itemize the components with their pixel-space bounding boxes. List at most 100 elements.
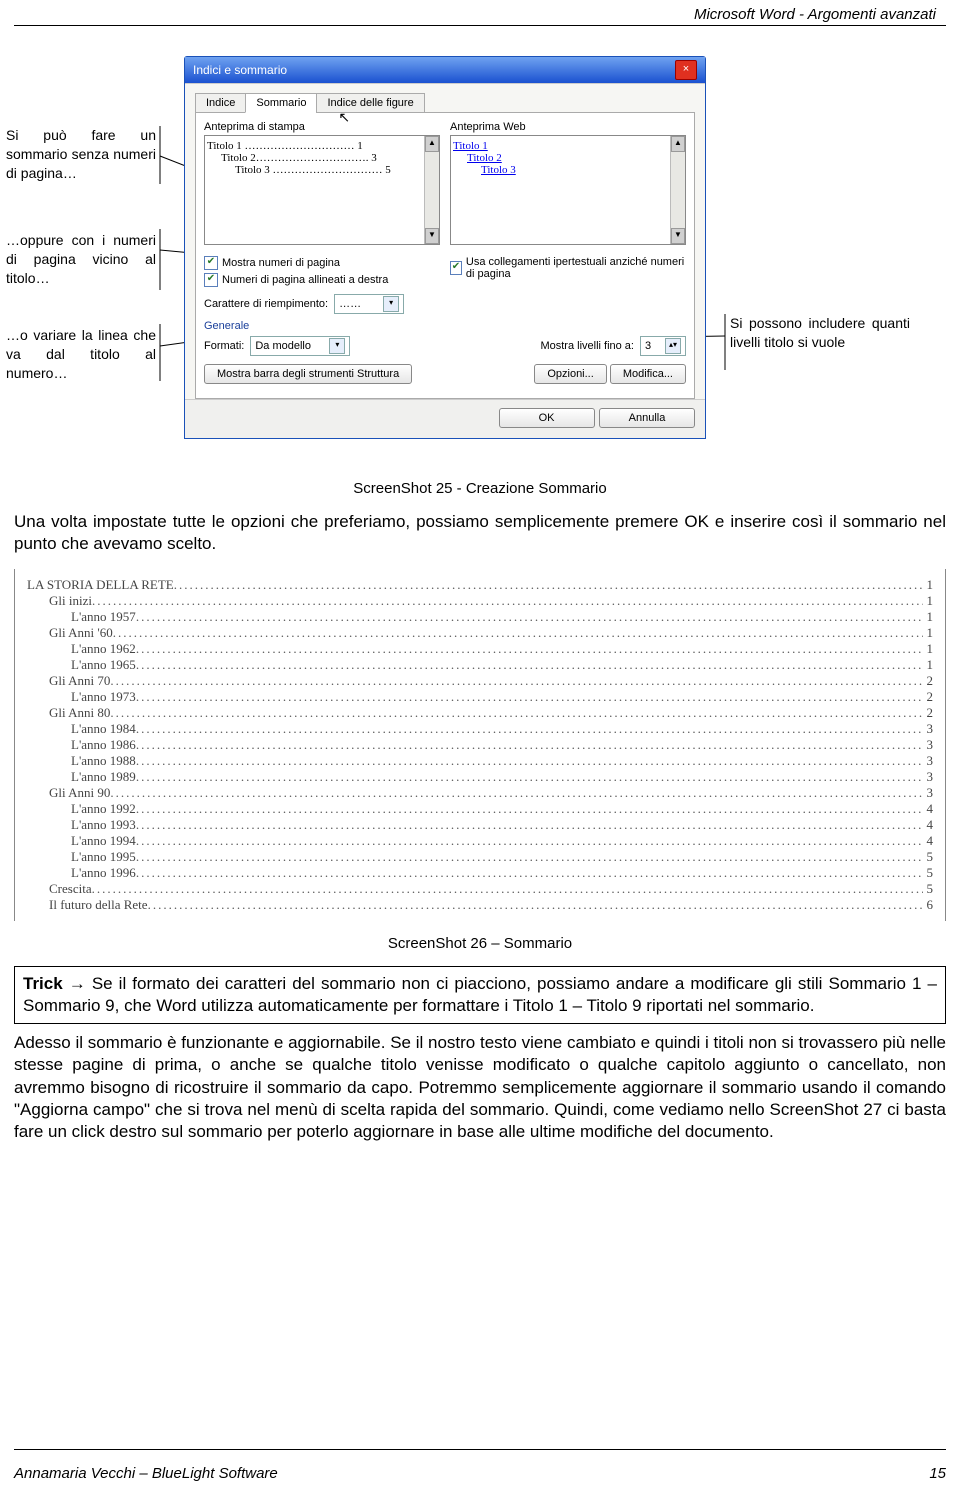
spinner-show-levels[interactable]: 3▴▾ — [640, 336, 686, 356]
toc-entry: Gli Anni 90.............................… — [27, 785, 933, 801]
preview-web: Titolo 1 Titolo 2 Titolo 3 ▲▼ — [450, 135, 686, 245]
toc-leader: ........................................… — [113, 625, 923, 641]
paragraph-1: Una volta impostate tutte le opzioni che… — [0, 511, 960, 555]
toc-entry: L'anno 1993.............................… — [27, 817, 933, 833]
pv-line: Titolo 2…………………………. 3 — [207, 152, 437, 164]
toc-title: L'anno 1996 — [71, 865, 136, 881]
pv-link: Titolo 3 — [453, 164, 683, 176]
checkbox-use-hyperlinks[interactable]: ✔Usa collegamenti ipertestuali anziché n… — [450, 256, 686, 280]
toc-page: 1 — [923, 641, 934, 657]
chevron-down-icon: ▾ — [329, 338, 345, 354]
tab-sommario[interactable]: Sommario ↖ — [245, 93, 317, 113]
dialog-title: Indici e sommario — [193, 63, 287, 77]
callout-2: …oppure con i numeri di pagina vicino al… — [6, 231, 156, 288]
toc-page: 5 — [923, 849, 934, 865]
combo-value: Da modello — [255, 340, 311, 352]
toc-page: 3 — [923, 785, 934, 801]
toc-leader: ........................................… — [136, 865, 923, 881]
pv-link: Titolo 2 — [453, 152, 683, 164]
toc-leader: ........................................… — [136, 689, 923, 705]
toc-title: L'anno 1994 — [71, 833, 136, 849]
toc-title: Crescita — [49, 881, 92, 897]
checkbox-label: Numeri di pagina allineati a destra — [222, 274, 388, 286]
checkbox-align-right[interactable]: ✔Numeri di pagina allineati a destra — [204, 273, 440, 287]
toc-leader: ........................................… — [110, 673, 922, 689]
figure-dialog-area: Si può fare un sommario senza numeri di … — [0, 56, 960, 466]
combo-tab-leader[interactable]: ……▾ — [334, 294, 404, 314]
toc-leader: ........................................… — [136, 609, 923, 625]
button-modify[interactable]: Modifica... — [610, 364, 686, 384]
callout-4: Si possono includere quanti livelli tito… — [730, 314, 910, 352]
toc-title: L'anno 1988 — [71, 753, 136, 769]
label-preview-web: Anteprima Web — [450, 121, 686, 133]
footer-page: 15 — [929, 1465, 946, 1482]
toc-leader: ........................................… — [174, 577, 923, 593]
toc-entry: Gli Anni '60............................… — [27, 625, 933, 641]
toc-page: 5 — [923, 881, 934, 897]
rule-bottom — [14, 1449, 946, 1450]
caption-screenshot-25: ScreenShot 25 - Creazione Sommario — [0, 480, 960, 497]
footer-author: Annamaria Vecchi – BlueLight Software — [14, 1465, 278, 1482]
combo-value: …… — [339, 298, 361, 310]
toc-entry: L'anno 1984.............................… — [27, 721, 933, 737]
trick-box: Trick → Se il formato dei caratteri del … — [14, 966, 946, 1024]
toc-title: L'anno 1993 — [71, 817, 136, 833]
toc-entry: L'anno 1996.............................… — [27, 865, 933, 881]
checkbox-label: Mostra numeri di pagina — [222, 257, 340, 269]
toc-page: 1 — [923, 609, 934, 625]
toc-page: 6 — [923, 897, 934, 913]
toc-leader: ........................................… — [136, 817, 923, 833]
toc-page: 2 — [923, 673, 934, 689]
toc-leader: ........................................… — [136, 833, 923, 849]
trick-body: Se il formato dei caratteri del sommario… — [23, 974, 937, 1015]
spinner-value: 3 — [645, 340, 651, 352]
toc-leader: ........................................… — [136, 721, 923, 737]
toc-entry: L'anno 1962.............................… — [27, 641, 933, 657]
label-show-levels: Mostra livelli fino a: — [540, 340, 634, 352]
button-options[interactable]: Opzioni... — [534, 364, 606, 384]
sample-toc-output: LA STORIA DELLA RETE....................… — [14, 569, 946, 921]
toc-page: 1 — [923, 577, 934, 593]
button-ok[interactable]: OK — [499, 408, 595, 428]
toc-leader: ........................................… — [136, 753, 923, 769]
button-cancel[interactable]: Annulla — [599, 408, 695, 428]
toc-page: 1 — [923, 625, 934, 641]
scrollbar[interactable]: ▲▼ — [424, 136, 439, 244]
toc-entry: L'anno 1988.............................… — [27, 753, 933, 769]
toc-entry: L'anno 1994.............................… — [27, 833, 933, 849]
scrollbar[interactable]: ▲▼ — [670, 136, 685, 244]
close-icon[interactable]: × — [675, 60, 697, 80]
label-preview-print: Anteprima di stampa — [204, 121, 440, 133]
tab-indice-figure[interactable]: Indice delle figure — [316, 93, 424, 113]
toc-leader: ........................................… — [110, 705, 922, 721]
checkbox-show-page-numbers[interactable]: ✔Mostra numeri di pagina — [204, 256, 440, 270]
toc-entry: L'anno 1973.............................… — [27, 689, 933, 705]
toc-page: 3 — [923, 769, 934, 785]
group-general: Generale — [204, 320, 686, 332]
tab-sommario-label: Sommario — [256, 97, 306, 109]
rule-top — [14, 25, 946, 26]
label-formats: Formati: — [204, 340, 244, 352]
toc-leader: ........................................… — [136, 641, 923, 657]
caption-screenshot-26: ScreenShot 26 – Sommario — [0, 935, 960, 952]
paragraph-2: Adesso il sommario è funzionante e aggio… — [0, 1032, 960, 1142]
toc-leader: ........................................… — [136, 769, 923, 785]
trick-lead: Trick → — [23, 974, 92, 993]
toc-title: L'anno 1962 — [71, 641, 136, 657]
toc-title: L'anno 1995 — [71, 849, 136, 865]
toc-title: L'anno 1989 — [71, 769, 136, 785]
toc-page: 5 — [923, 865, 934, 881]
dialog-indici-sommario: Indici e sommario × Indice Sommario ↖ In… — [184, 56, 706, 439]
combo-formats[interactable]: Da modello ▾ — [250, 336, 350, 356]
tab-indice[interactable]: Indice — [195, 93, 246, 113]
toc-page: 2 — [923, 705, 934, 721]
toc-entry: Il futuro della Rete....................… — [27, 897, 933, 913]
toc-entry: L'anno 1965.............................… — [27, 657, 933, 673]
toc-leader: ........................................… — [110, 785, 922, 801]
toc-title: Gli Anni 80 — [49, 705, 110, 721]
button-show-outline-toolbar[interactable]: Mostra barra degli strumenti Struttura — [204, 364, 412, 384]
toc-page: 1 — [923, 593, 934, 609]
toc-entry: Gli Anni 80.............................… — [27, 705, 933, 721]
pv-line: Titolo 3 ………………………… 5 — [207, 164, 437, 176]
toc-page: 3 — [923, 721, 934, 737]
